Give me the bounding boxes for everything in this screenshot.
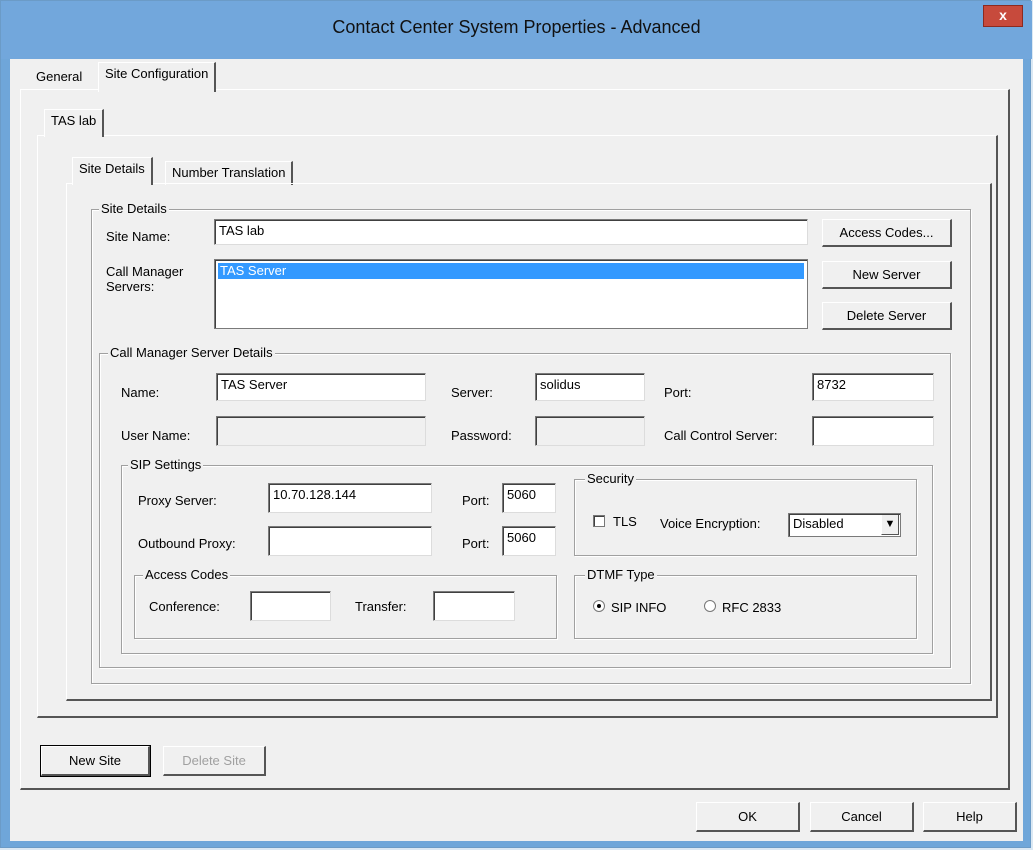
- cancel-button[interactable]: Cancel: [810, 802, 914, 832]
- tab-site-details[interactable]: Site Details: [72, 157, 153, 185]
- window-title: Contact Center System Properties - Advan…: [332, 17, 701, 37]
- security-legend: Security: [585, 471, 636, 486]
- proxy-port-input[interactable]: 5060: [502, 483, 556, 513]
- proxy-port-label: Port:: [462, 493, 490, 508]
- delete-site-button[interactable]: Delete Site: [163, 746, 266, 776]
- port-label: Port:: [664, 385, 692, 400]
- conference-label: Conference:: [149, 599, 220, 614]
- outbound-proxy-label: Outbound Proxy:: [138, 536, 236, 551]
- tls-checkbox[interactable]: [593, 515, 605, 527]
- port-input[interactable]: 8732: [812, 373, 934, 401]
- site-name-label: Site Name:: [106, 229, 171, 244]
- close-button[interactable]: x: [983, 5, 1023, 27]
- call-manager-servers-list[interactable]: TAS Server: [214, 259, 808, 329]
- server-name-label: Name:: [121, 385, 160, 400]
- voice-encryption-label: Voice Encryption:: [660, 516, 761, 531]
- server-details-legend: Call Manager Server Details: [108, 345, 275, 360]
- outbound-port-label: Port:: [462, 536, 490, 551]
- outbound-port-input[interactable]: 5060: [502, 526, 556, 556]
- call-control-server-input[interactable]: [812, 416, 934, 446]
- server-input[interactable]: solidus: [535, 373, 645, 401]
- server-name-input[interactable]: TAS Server: [216, 373, 426, 401]
- rfc-2833-radio[interactable]: [704, 600, 716, 612]
- access-codes-legend: Access Codes: [143, 567, 231, 582]
- sip-settings-legend: SIP Settings: [128, 457, 204, 472]
- tab-site-configuration[interactable]: Site Configuration: [98, 62, 217, 92]
- call-control-server-label: Call Control Server:: [664, 428, 778, 443]
- chevron-down-icon[interactable]: ▼: [881, 515, 899, 535]
- user-name-label: User Name:: [121, 428, 191, 443]
- tab-number-translation[interactable]: Number Translation: [165, 161, 294, 185]
- proxy-server-label: Proxy Server:: [138, 493, 217, 508]
- title-bar[interactable]: Contact Center System Properties - Advan…: [1, 1, 1032, 59]
- call-manager-label: Call Manager: [106, 264, 184, 279]
- dialog-client-area: General Site Configuration TAS lab Site …: [10, 59, 1023, 841]
- outbound-proxy-input[interactable]: [268, 526, 432, 556]
- server-label: Server:: [451, 385, 493, 400]
- call-manager-servers-label: Servers:: [106, 279, 155, 294]
- sip-info-radio[interactable]: [593, 600, 605, 612]
- new-server-button[interactable]: New Server: [822, 261, 952, 289]
- delete-server-button[interactable]: Delete Server: [822, 302, 952, 330]
- password-label: Password:: [451, 428, 512, 443]
- dialog-window: Contact Center System Properties - Advan…: [0, 0, 1032, 848]
- dtmf-type-legend: DTMF Type: [585, 567, 657, 582]
- new-site-button[interactable]: New Site: [40, 745, 151, 777]
- list-item[interactable]: TAS Server: [218, 263, 804, 279]
- tls-label: TLS: [613, 514, 637, 529]
- site-name-input[interactable]: TAS lab: [214, 219, 808, 245]
- user-name-input[interactable]: [216, 416, 426, 446]
- password-input[interactable]: [535, 416, 645, 446]
- access-codes-button[interactable]: Access Codes...: [822, 219, 952, 247]
- site-details-legend: Site Details: [99, 201, 169, 216]
- voice-encryption-value: Disabled: [793, 516, 844, 531]
- conference-input[interactable]: [250, 591, 331, 621]
- ok-button[interactable]: OK: [696, 802, 800, 832]
- rfc-2833-label: RFC 2833: [722, 600, 782, 615]
- transfer-label: Transfer:: [355, 599, 407, 614]
- tab-site-tas-lab[interactable]: TAS lab: [44, 109, 105, 137]
- voice-encryption-select[interactable]: Disabled ▼: [788, 513, 901, 537]
- sip-info-label: SIP INFO: [611, 600, 667, 615]
- proxy-server-input[interactable]: 10.70.128.144: [268, 483, 432, 513]
- help-button[interactable]: Help: [923, 802, 1017, 832]
- transfer-input[interactable]: [433, 591, 515, 621]
